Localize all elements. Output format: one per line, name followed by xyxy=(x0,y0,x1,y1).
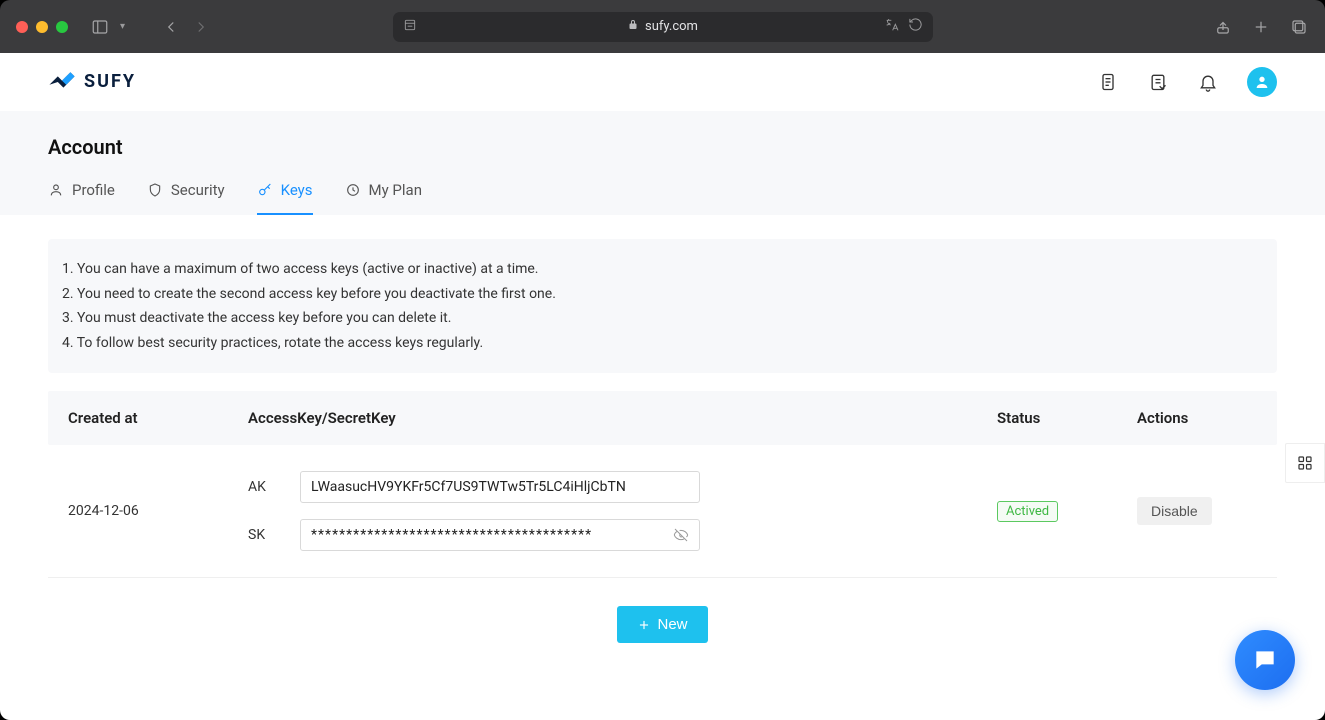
keys-table: Created at AccessKey/SecretKey Status Ac… xyxy=(48,391,1277,578)
access-key-field[interactable]: LWaasucHV9YKFr5Cf7US9TWTw5Tr5LC4iHljCbTN xyxy=(300,471,700,503)
tab-security-label: Security xyxy=(171,181,225,199)
tab-profile-label: Profile xyxy=(72,181,115,199)
notepad-icon[interactable] xyxy=(1147,71,1169,93)
avatar[interactable] xyxy=(1247,67,1277,97)
address-bar-text: sufy.com xyxy=(645,19,698,34)
maximize-window-button[interactable] xyxy=(56,21,68,33)
column-status: Status xyxy=(997,409,1137,427)
sk-label: SK xyxy=(248,527,272,543)
window-controls xyxy=(16,21,68,33)
status-badge: Actived xyxy=(997,501,1058,522)
brand-name: SUFY xyxy=(84,71,136,92)
reload-icon[interactable] xyxy=(908,17,923,37)
eye-off-icon[interactable] xyxy=(673,527,689,543)
account-tabs: Profile Security Keys My Plan xyxy=(48,181,1277,215)
column-actions: Actions xyxy=(1137,409,1257,427)
notice-line: 2. You need to create the second access … xyxy=(62,282,1263,307)
close-window-button[interactable] xyxy=(16,21,28,33)
disable-button[interactable]: Disable xyxy=(1137,497,1212,525)
shield-icon xyxy=(147,182,163,198)
column-created: Created at xyxy=(68,409,248,427)
user-icon xyxy=(48,182,64,198)
key-icon xyxy=(257,182,273,198)
notice-line: 4. To follow best security practices, ro… xyxy=(62,331,1263,356)
table-row: 2024-12-06 AK LWaasucHV9YKFr5Cf7US9TWTw5… xyxy=(48,445,1277,578)
notice-line: 1. You can have a maximum of two access … xyxy=(62,257,1263,282)
new-key-button[interactable]: New xyxy=(617,606,707,643)
tab-security[interactable]: Security xyxy=(147,181,225,215)
site-settings-icon[interactable] xyxy=(403,18,417,36)
document-icon[interactable] xyxy=(1097,71,1119,93)
notice-line: 3. You must deactivate the access key be… xyxy=(62,306,1263,331)
minimize-window-button[interactable] xyxy=(36,21,48,33)
bell-icon[interactable] xyxy=(1197,71,1219,93)
cell-created: 2024-12-06 xyxy=(68,503,248,519)
browser-titlebar: ▾ sufy.com xyxy=(0,0,1325,53)
page-title: Account xyxy=(48,135,1277,159)
tabs-overview-icon[interactable] xyxy=(1289,17,1309,37)
tab-keys[interactable]: Keys xyxy=(257,181,313,215)
secret-key-field[interactable]: **************************************** xyxy=(300,519,700,551)
info-notice: 1. You can have a maximum of two access … xyxy=(48,239,1277,373)
app-header: SUFY xyxy=(0,53,1325,111)
column-keys: AccessKey/SecretKey xyxy=(248,409,997,427)
access-key-value: LWaasucHV9YKFr5Cf7US9TWTw5Tr5LC4iHljCbTN xyxy=(311,479,626,495)
new-key-button-label: New xyxy=(657,616,687,633)
chat-icon xyxy=(1252,647,1278,673)
sidebar-toggle-icon[interactable] xyxy=(90,17,110,37)
tab-profile[interactable]: Profile xyxy=(48,181,115,215)
translate-icon[interactable] xyxy=(884,17,900,37)
logo-mark-icon xyxy=(48,72,76,92)
table-header: Created at AccessKey/SecretKey Status Ac… xyxy=(48,391,1277,445)
new-tab-icon[interactable] xyxy=(1251,17,1271,37)
tab-myplan[interactable]: My Plan xyxy=(345,181,422,215)
brand-logo[interactable]: SUFY xyxy=(48,71,136,92)
chat-fab[interactable] xyxy=(1235,630,1295,690)
apps-grid-icon[interactable] xyxy=(1285,443,1325,483)
chevron-down-icon[interactable]: ▾ xyxy=(120,21,125,32)
nav-forward-button xyxy=(191,17,211,37)
ak-label: AK xyxy=(248,479,272,495)
share-icon[interactable] xyxy=(1213,17,1233,37)
address-bar[interactable]: sufy.com xyxy=(393,12,933,42)
nav-back-button[interactable] xyxy=(161,17,181,37)
tab-myplan-label: My Plan xyxy=(369,181,422,199)
plus-icon xyxy=(637,618,651,632)
lock-icon xyxy=(627,19,639,35)
secret-key-value: **************************************** xyxy=(311,527,592,543)
tab-keys-label: Keys xyxy=(281,181,313,199)
clock-icon xyxy=(345,182,361,198)
